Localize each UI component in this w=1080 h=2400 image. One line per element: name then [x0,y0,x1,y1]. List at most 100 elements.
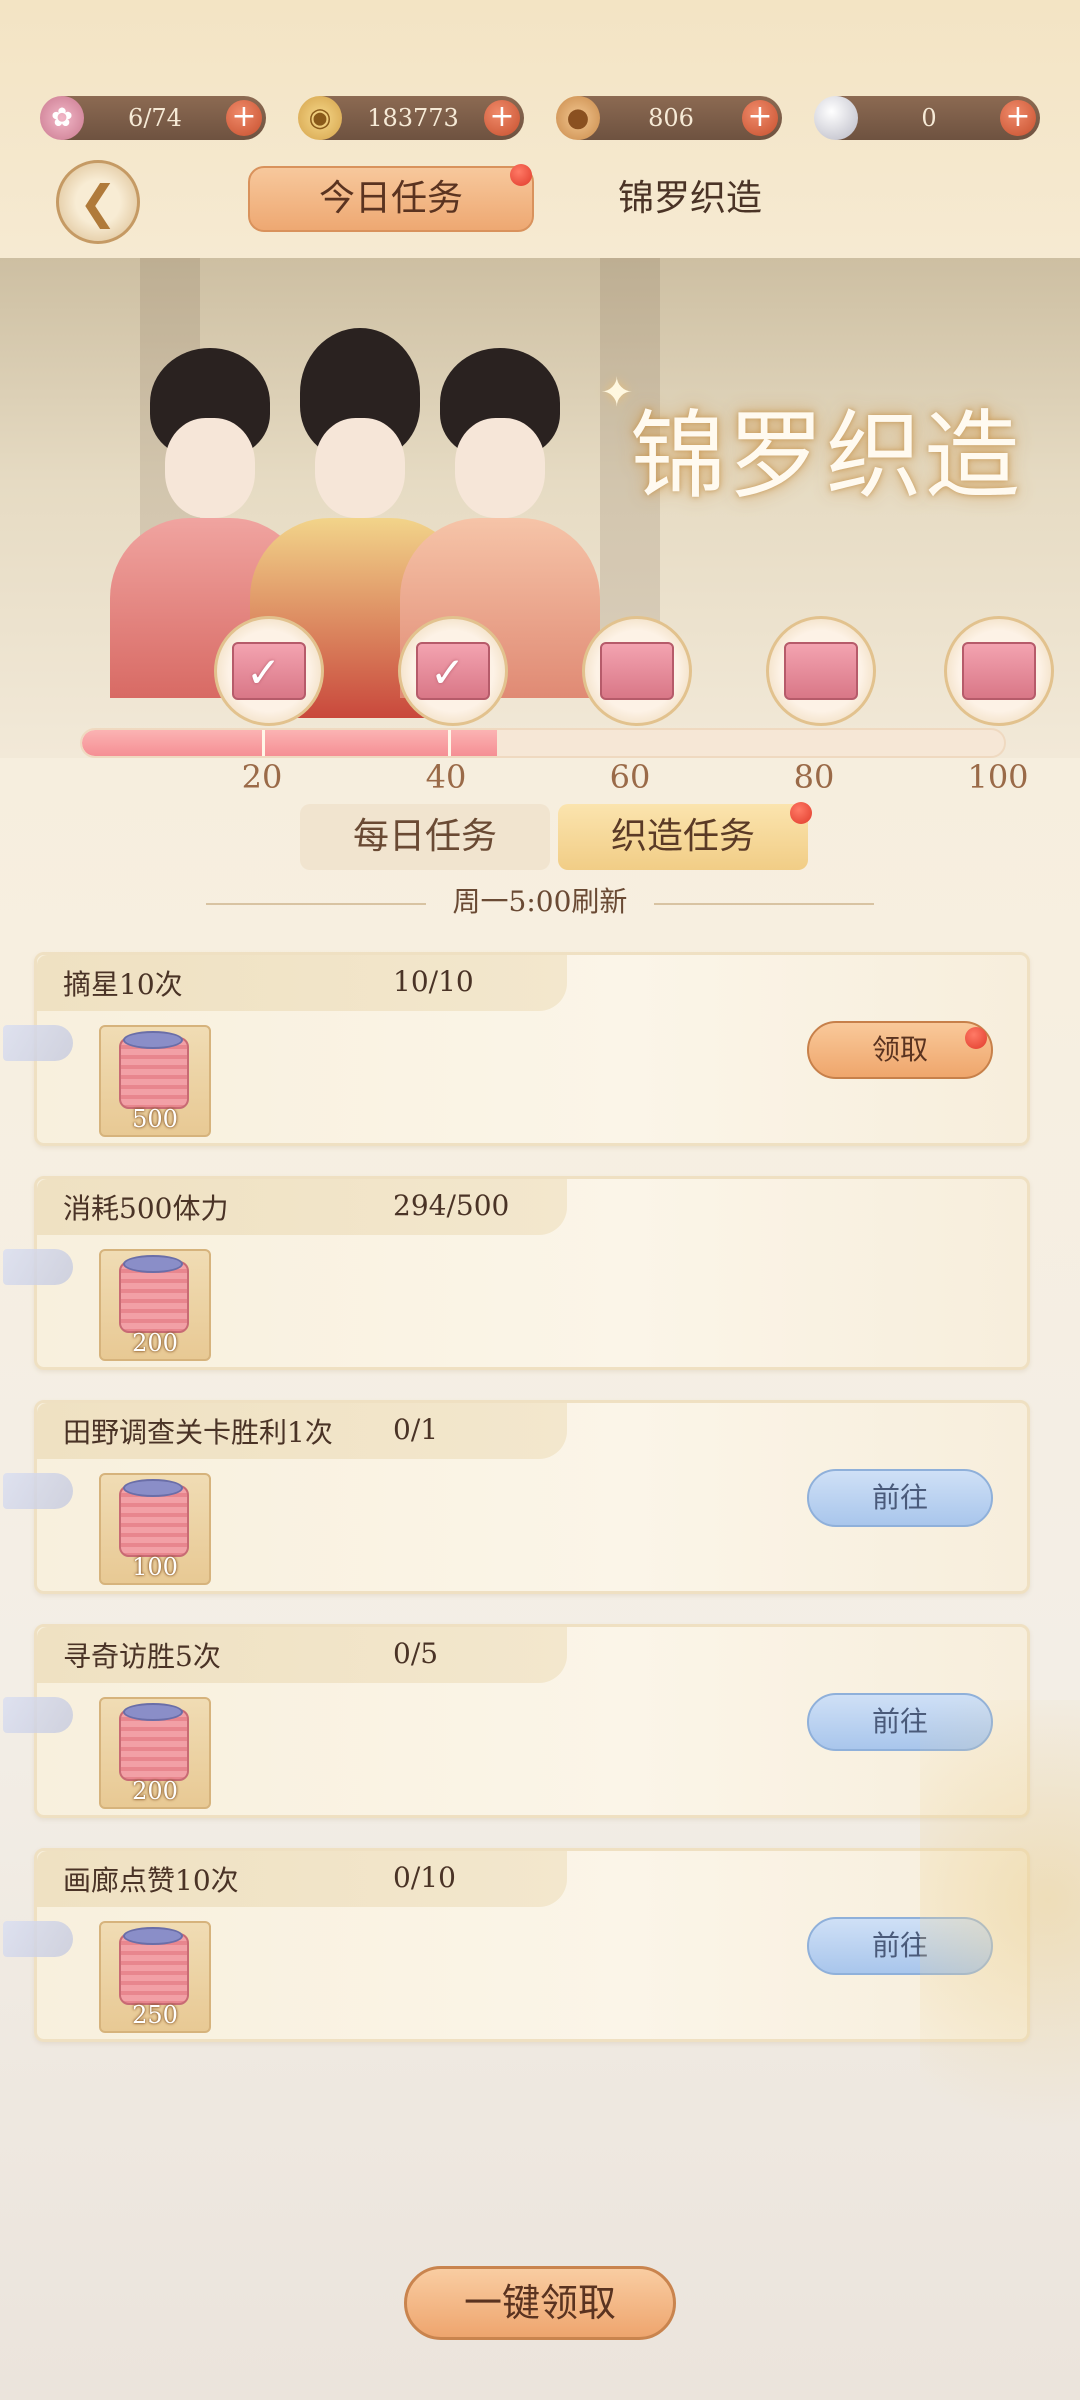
check-icon: ✓ [246,648,282,697]
milestone-chest-100[interactable] [944,616,1054,726]
claim-all-button[interactable]: 一键领取 [404,2266,676,2340]
resource-pearl: 0 + [814,96,1040,140]
claim-button[interactable]: 领取 [807,1021,993,1079]
add-gold-button[interactable]: + [484,100,520,136]
reward-item[interactable]: 250 [99,1921,211,2033]
banner-title: 锦罗织造 [630,400,1022,512]
task-progress: 0/5 [393,1637,439,1670]
pearl-icon [814,96,858,140]
task-card: 消耗500体力 294/500 200 [3,1176,1030,1370]
task-type-tabs: 每日任务 织造任务 [300,802,816,874]
tab-label: 织造任务 [610,816,755,857]
back-button[interactable]: ❮ [56,160,140,244]
add-pearl-button[interactable]: + [1000,100,1036,136]
milestone-label: 40 [425,758,467,796]
task-name: 画廊点赞10次 [63,1864,239,1897]
ribbon-decoration [3,1921,73,1957]
notification-dot [790,802,812,824]
resource-stamina: ✿ 6/74 + [40,96,266,140]
tab-label: 今日任务 [318,178,463,219]
reward-quantity: 500 [132,1105,178,1133]
progress-tick [448,730,451,756]
refresh-text: 周一5:00刷新 [452,885,628,918]
reward-item[interactable]: 500 [99,1025,211,1137]
gift-box-icon [600,642,674,700]
copper-coin-icon: ● [556,96,600,140]
reward-item[interactable]: 200 [99,1697,211,1809]
add-copper-button[interactable]: + [742,100,778,136]
reward-quantity: 200 [132,1777,178,1805]
ribbon-decoration [3,1473,73,1509]
sparkle-icon: ✦ [600,370,634,416]
task-name: 摘星10次 [63,968,183,1001]
milestone-chest-60[interactable] [582,616,692,726]
spool-cap [123,1255,183,1273]
divider [654,902,875,905]
tab-weaving-tasks[interactable]: 织造任务 [558,802,812,870]
task-progress: 0/10 [393,1861,456,1894]
reward-quantity: 100 [132,1553,178,1581]
milestone-label: 20 [241,758,283,796]
task-progress: 0/1 [393,1413,439,1446]
gift-box-icon: ✓ [416,642,490,700]
task-card: 寻奇访胜5次 0/5 200 前往 [3,1624,1030,1818]
task-name: 寻奇访胜5次 [63,1640,221,1673]
go-button[interactable]: 前往 [807,1469,993,1527]
petal-decoration [920,1700,1080,2200]
resource-gold: ◉ 183773 + [298,96,524,140]
gift-box-icon [784,642,858,700]
task-name: 田野调查关卡胜利1次 [63,1416,333,1449]
resource-value: 6/74 [128,104,182,132]
progress-bar [80,728,1006,758]
tab-daily-tasks[interactable]: 每日任务 [300,804,550,870]
back-arrow-icon: ❮ [78,175,118,229]
tab-label: 锦罗织造 [617,178,762,219]
resource-value: 0 [921,104,937,132]
milestone-label: 60 [609,758,651,796]
lotus-stamina-icon: ✿ [40,96,84,140]
progress-tick [262,730,265,756]
refresh-info: 周一5:00刷新 [0,880,1080,920]
event-banner: ✦ 锦罗织造 [0,258,1080,758]
tab-label: 每日任务 [352,816,497,857]
add-stamina-button[interactable]: + [226,100,262,136]
resource-copper: ● 806 + [556,96,782,140]
milestone-chest-20[interactable]: ✓ [214,616,324,726]
resource-value: 183773 [367,104,459,132]
button-label: 一键领取 [463,2281,616,2325]
ribbon-decoration [3,1249,73,1285]
tab-today-tasks[interactable]: 今日任务 [248,164,534,232]
spool-cap [123,1031,183,1049]
reward-item[interactable]: 200 [99,1249,211,1361]
resource-value: 806 [648,104,694,132]
ribbon-decoration [3,1025,73,1061]
milestone-label: 100 [967,758,1029,796]
reward-item[interactable]: 100 [99,1473,211,1585]
spool-cap [123,1927,183,1945]
ribbon-decoration [3,1697,73,1733]
button-label: 领取 [871,1033,928,1066]
task-card: 画廊点赞10次 0/10 250 前往 [3,1848,1030,2042]
milestone-chest-40[interactable]: ✓ [398,616,508,726]
notification-dot [965,1027,987,1049]
milestone-chest-80[interactable] [766,616,876,726]
task-card: 摘星10次 10/10 500 领取 [3,952,1030,1146]
milestone-label: 80 [793,758,835,796]
task-progress: 294/500 [393,1189,510,1222]
progress-fill [82,730,497,756]
reward-quantity: 250 [132,2001,178,2029]
gift-box-icon [962,642,1036,700]
task-name: 消耗500体力 [63,1192,229,1225]
notification-dot [510,164,532,186]
spool-cap [123,1703,183,1721]
button-label: 前往 [871,1481,928,1514]
spool-cap [123,1479,183,1497]
task-progress: 10/10 [393,965,474,998]
gift-box-icon: ✓ [232,642,306,700]
reward-quantity: 200 [132,1329,178,1357]
check-icon: ✓ [430,648,466,697]
gold-coin-icon: ◉ [298,96,342,140]
tab-brocade-weaving[interactable]: 锦罗织造 [590,166,790,232]
divider [205,902,426,905]
task-card: 田野调查关卡胜利1次 0/1 100 前往 [3,1400,1030,1594]
